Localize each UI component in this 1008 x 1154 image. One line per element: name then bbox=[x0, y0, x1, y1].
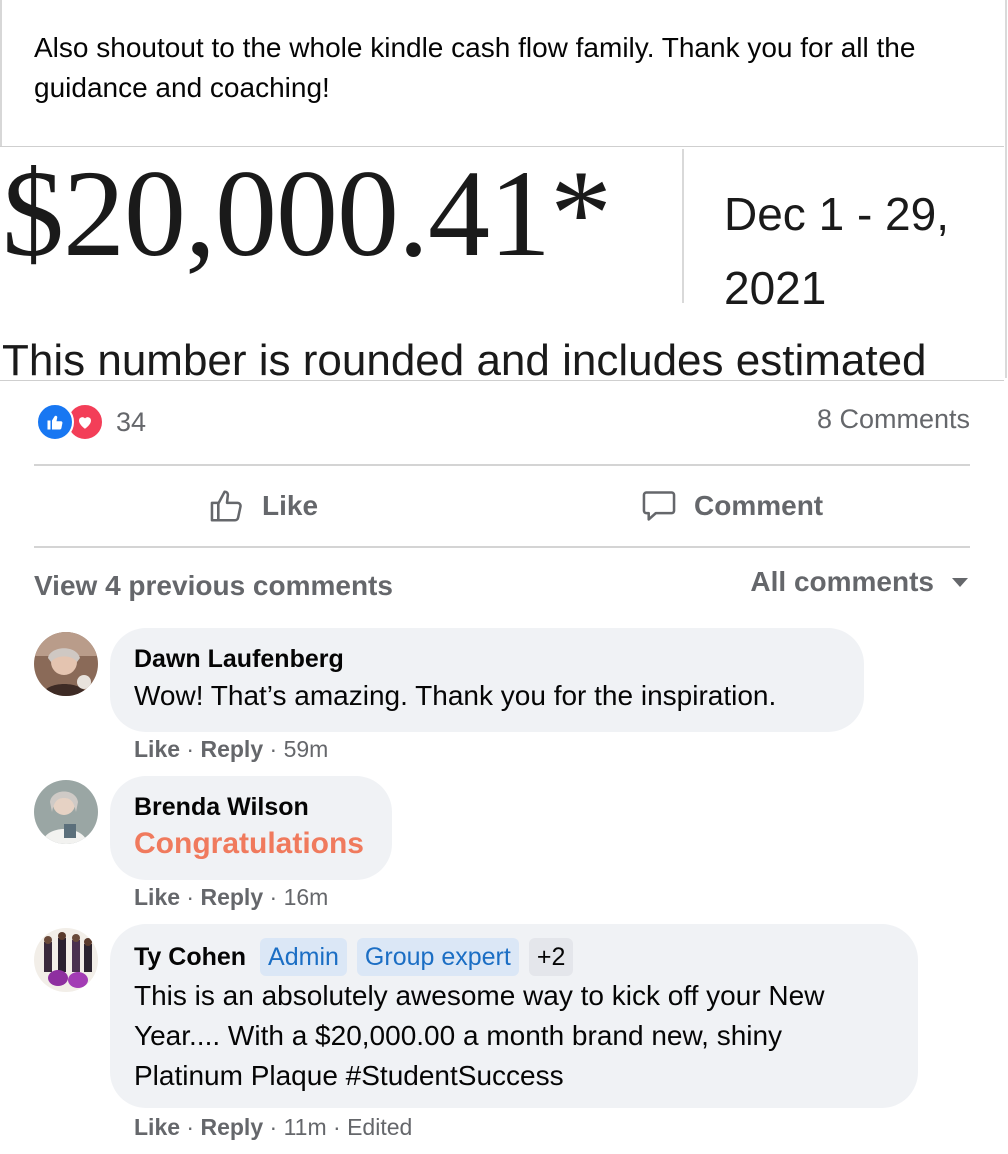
comment-timestamp[interactable]: 59m bbox=[284, 736, 329, 762]
comment-bubble-icon bbox=[642, 491, 676, 521]
comment-timestamp[interactable]: 11m bbox=[284, 1114, 327, 1140]
edited-label[interactable]: Edited bbox=[347, 1114, 412, 1140]
post-frame-left bbox=[0, 0, 2, 147]
reaction-summary[interactable]: 34 bbox=[36, 403, 146, 441]
comment-reply-link[interactable]: Reply bbox=[200, 884, 263, 910]
badge-more[interactable]: +2 bbox=[528, 938, 574, 976]
like-button-label: Like bbox=[262, 490, 319, 521]
comment-sort-dropdown[interactable]: All comments bbox=[750, 566, 968, 598]
view-previous-comments-link[interactable]: View 4 previous comments bbox=[34, 570, 393, 602]
post-frame-right bbox=[1005, 0, 1007, 378]
avatar[interactable] bbox=[34, 928, 98, 992]
comment-button-label: Comment bbox=[694, 490, 824, 521]
badge-group-expert[interactable]: Group expert bbox=[356, 938, 519, 976]
date-range: Dec 1 - 29, 2021 bbox=[724, 188, 949, 314]
avatar[interactable] bbox=[34, 632, 98, 696]
thumbs-up-icon bbox=[36, 403, 74, 441]
comment-timestamp[interactable]: 16m bbox=[284, 884, 329, 910]
avatar[interactable] bbox=[34, 780, 98, 844]
comment-like-link[interactable]: Like bbox=[134, 736, 180, 762]
like-button[interactable]: Like bbox=[208, 484, 318, 528]
comment-author[interactable]: Brenda Wilson bbox=[134, 790, 368, 824]
comment-meta: Like · Reply · 59m bbox=[134, 736, 329, 762]
comment-sort-label: All comments bbox=[750, 566, 934, 597]
comment-text: This is an absolutely awesome way to kic… bbox=[134, 980, 825, 1091]
comment-author-name[interactable]: Brenda Wilson bbox=[134, 790, 309, 824]
badge-admin[interactable]: Admin bbox=[260, 938, 347, 976]
earnings-amount: $20,000.41* bbox=[2, 146, 612, 282]
comments-count-link[interactable]: 8 Comments bbox=[817, 404, 970, 435]
comment-author: Ty Cohen Admin Group expert +2 bbox=[134, 938, 894, 976]
thumbs-up-outline-icon bbox=[210, 490, 242, 522]
comment-meta: Like · Reply · 16m bbox=[134, 884, 329, 910]
post-text: Also shoutout to the whole kindle cash f… bbox=[34, 32, 916, 103]
chevron-down-icon bbox=[952, 577, 968, 587]
date-divider bbox=[682, 149, 684, 303]
divider bbox=[34, 464, 970, 466]
comment-author[interactable]: Dawn Laufenberg bbox=[134, 642, 840, 676]
comment-button[interactable]: Comment bbox=[640, 484, 823, 528]
comment-author-name[interactable]: Dawn Laufenberg bbox=[134, 642, 344, 676]
comment-author-name[interactable]: Ty Cohen bbox=[134, 940, 246, 974]
comment-reply-link[interactable]: Reply bbox=[200, 1114, 263, 1140]
post-image[interactable]: $20,000.41* Dec 1 - 29, 2021 This number… bbox=[0, 146, 1004, 381]
comment-bubble: Brenda Wilson Congratulations bbox=[110, 776, 392, 880]
comment-reply-link[interactable]: Reply bbox=[200, 736, 263, 762]
comment-like-link[interactable]: Like bbox=[134, 884, 180, 910]
comment-like-link[interactable]: Like bbox=[134, 1114, 180, 1140]
comment-text: Wow! That’s amazing. Thank you for the i… bbox=[134, 680, 777, 711]
estimate-note: This number is rounded and includes esti… bbox=[2, 336, 927, 381]
comment-meta: Like · Reply · 11m · Edited bbox=[134, 1114, 413, 1140]
comment-bubble: Ty Cohen Admin Group expert +2 This is a… bbox=[110, 924, 918, 1108]
reaction-count: 34 bbox=[116, 406, 147, 437]
divider bbox=[34, 546, 970, 548]
comment-text: Congratulations bbox=[134, 827, 364, 860]
comment-bubble: Dawn Laufenberg Wow! That’s amazing. Tha… bbox=[110, 628, 864, 732]
